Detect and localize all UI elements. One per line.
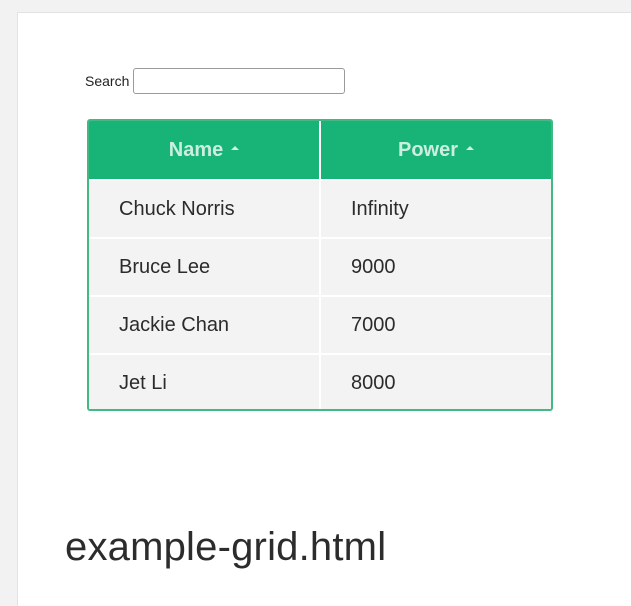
column-header-label: Name: [168, 138, 224, 161]
cell-power: Infinity: [321, 179, 551, 237]
table-row: Jet Li 8000: [89, 353, 551, 409]
search-input[interactable]: [133, 68, 346, 94]
cell-name: Bruce Lee: [89, 237, 321, 295]
column-header-label: Power: [397, 138, 459, 161]
grid-header: Name Power: [89, 121, 551, 179]
data-grid: Name Power Chuck Norris Infinity Bruce L…: [87, 119, 553, 411]
search-form: Search: [85, 68, 346, 94]
column-header-power[interactable]: Power: [321, 121, 551, 179]
grid-header-row: Name Power: [89, 121, 551, 179]
sort-asc-icon: [466, 146, 475, 151]
cell-power: 7000: [321, 295, 551, 353]
sort-asc-icon: [231, 146, 240, 151]
cell-name: Chuck Norris: [89, 179, 321, 237]
cell-name: Jet Li: [89, 353, 321, 409]
grid-table: Name Power Chuck Norris Infinity Bruce L…: [89, 121, 551, 409]
table-row: Bruce Lee 9000: [89, 237, 551, 295]
demo-panel: Search Name Power Chuck Norris Infinity …: [17, 12, 631, 606]
cell-name: Jackie Chan: [89, 295, 321, 353]
page-caption: example-grid.html: [65, 525, 387, 569]
cell-power: 8000: [321, 353, 551, 409]
table-row: Jackie Chan 7000: [89, 295, 551, 353]
cell-power: 9000: [321, 237, 551, 295]
table-row: Chuck Norris Infinity: [89, 179, 551, 237]
page: Search Name Power Chuck Norris Infinity …: [0, 0, 631, 606]
search-label: Search: [85, 73, 130, 89]
grid-body: Chuck Norris Infinity Bruce Lee 9000 Jac…: [89, 179, 551, 409]
column-header-name[interactable]: Name: [89, 121, 321, 179]
